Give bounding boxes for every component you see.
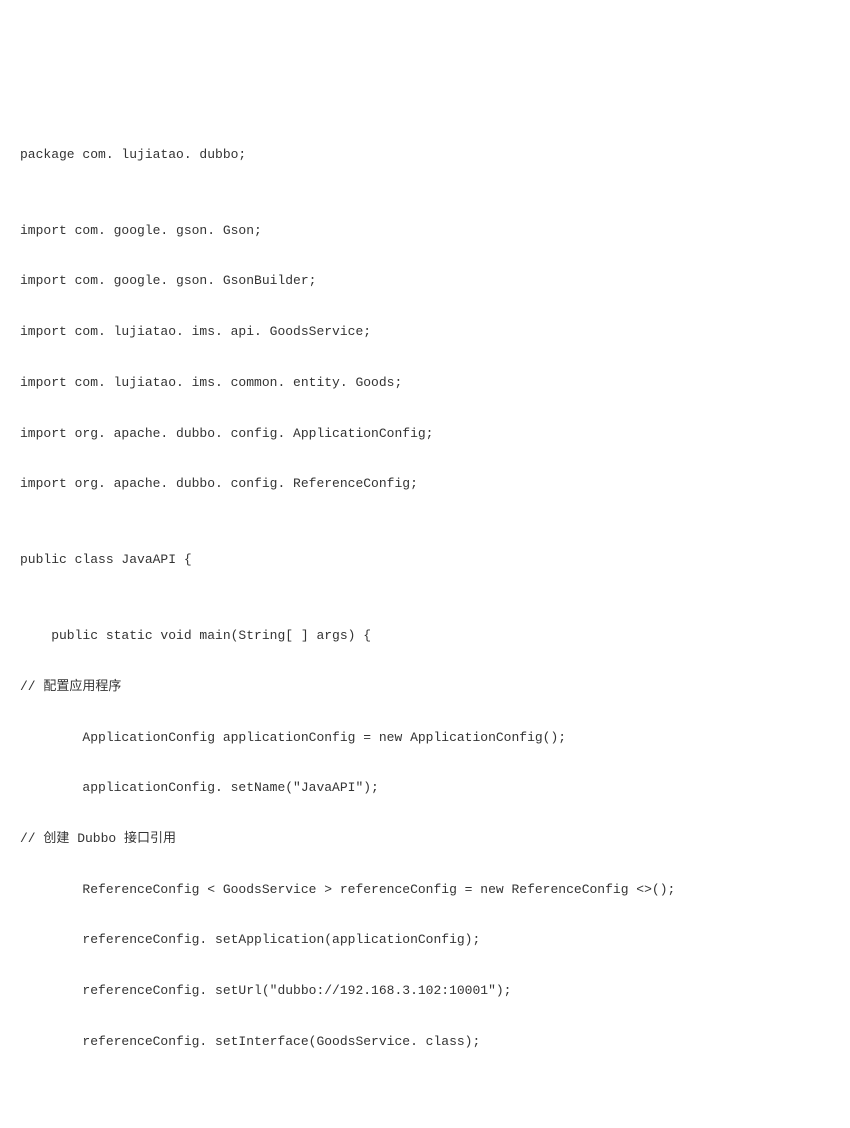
code-line: referenceConfig. setApplication(applicat… (20, 927, 830, 952)
code-line: ApplicationConfig applicationConfig = ne… (20, 725, 830, 750)
code-line: import org. apache. dubbo. config. Refer… (20, 471, 830, 496)
code-line: import com. lujiatao. ims. common. entit… (20, 370, 830, 395)
code-line: import com. google. gson. Gson; (20, 218, 830, 243)
code-line: referenceConfig. setUrl("dubbo://192.168… (20, 978, 830, 1003)
code-line: import org. apache. dubbo. config. Appli… (20, 421, 830, 446)
code-line: applicationConfig. setName("JavaAPI"); (20, 775, 830, 800)
code-line: // 配置应用程序 (20, 674, 830, 699)
code-line: referenceConfig. setInterface(GoodsServi… (20, 1029, 830, 1054)
code-line: // 创建 Dubbo 接口引用 (20, 826, 830, 851)
code-line: public static void main(String[ ] args) … (20, 623, 830, 648)
code-block: package com. lujiatao. dubbo; import com… (20, 116, 830, 1079)
code-line: package com. lujiatao. dubbo; (20, 142, 830, 167)
code-line: import com. lujiatao. ims. api. GoodsSer… (20, 319, 830, 344)
code-line: public class JavaAPI { (20, 547, 830, 572)
code-line: ReferenceConfig < GoodsService > referen… (20, 877, 830, 902)
code-line: import com. google. gson. GsonBuilder; (20, 268, 830, 293)
